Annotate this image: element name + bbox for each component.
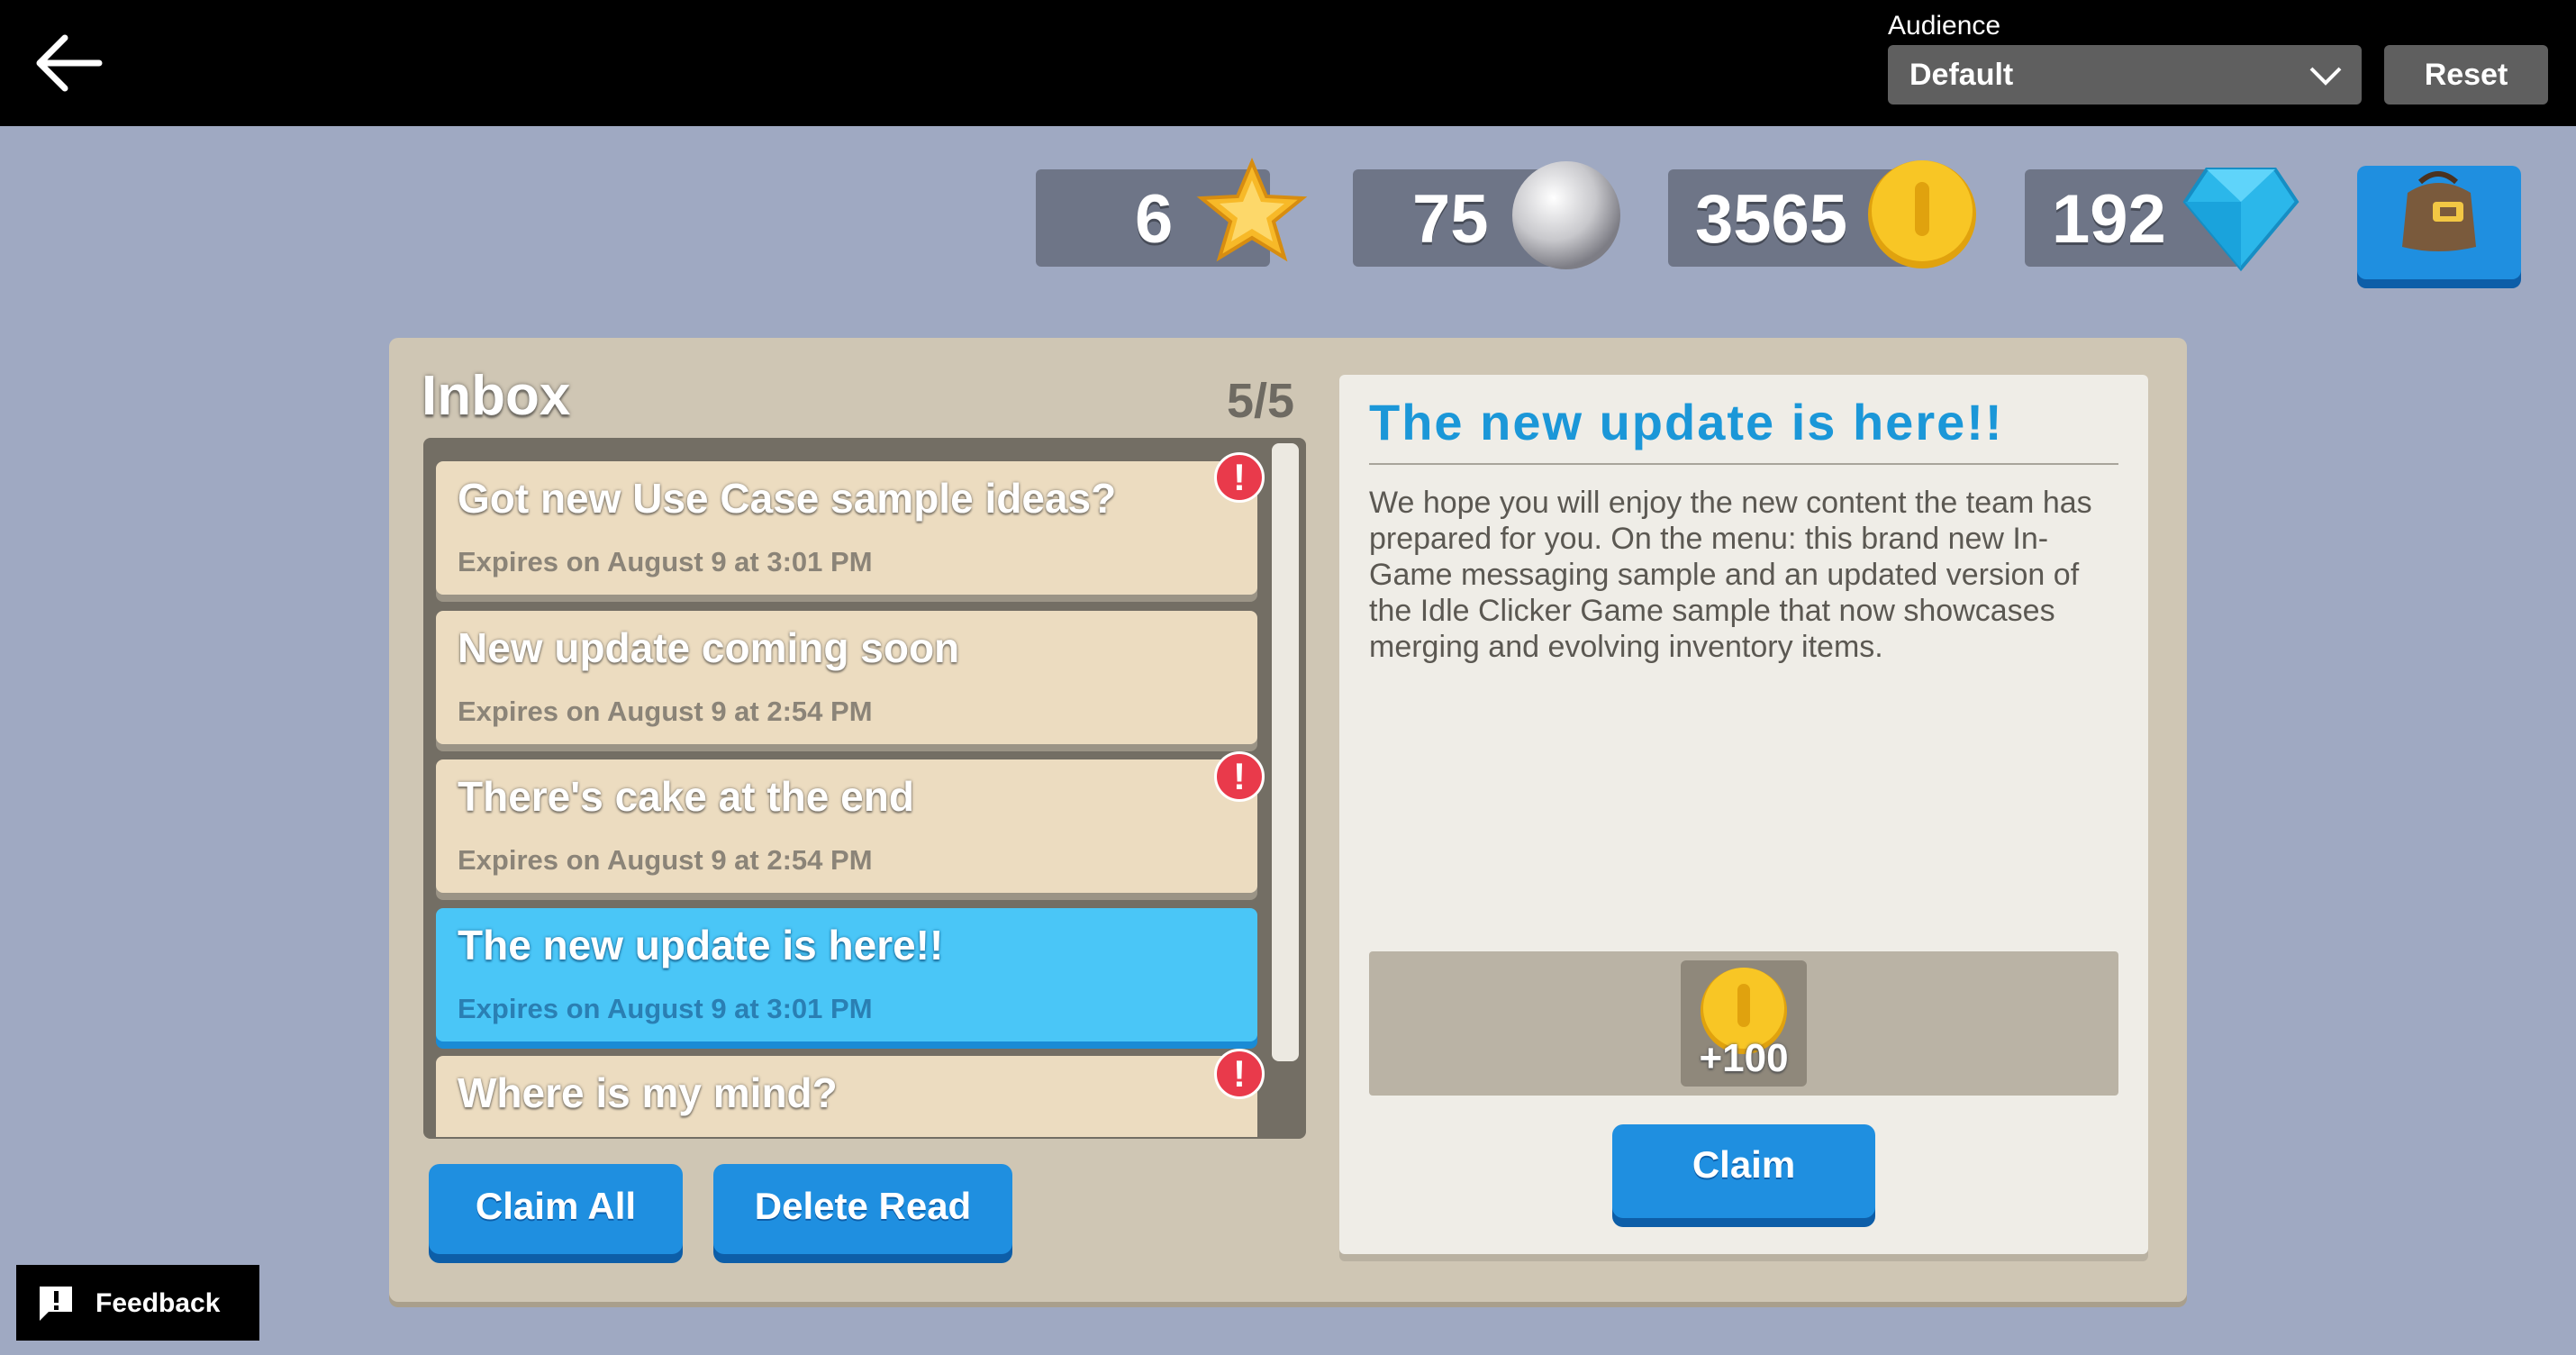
pearl-icon <box>1512 161 1620 269</box>
audience-label: Audience <box>1888 11 2001 41</box>
message-subject: New update coming soon <box>458 624 960 671</box>
top-bar: Audience Default Reset <box>0 0 2576 126</box>
message-subject: Got new Use Case sample ideas? <box>458 475 1117 522</box>
pearls-count: 75 <box>1412 181 1489 258</box>
reset-button[interactable]: Reset <box>2384 45 2548 105</box>
feedback-label: Feedback <box>95 1288 221 1318</box>
inbox-count: 5/5 <box>1227 374 1295 428</box>
message-list-scrollbar[interactable] <box>1272 443 1299 1061</box>
coins-count: 3565 <box>1695 181 1848 258</box>
message-item[interactable]: Where is my mind? <box>436 1056 1257 1137</box>
message-detail-body: We hope you will enjoy the new content t… <box>1369 486 2092 664</box>
unread-alert-icon: ! <box>1214 1049 1265 1099</box>
backpack-icon <box>2402 171 2476 251</box>
inbox-title: Inbox <box>422 365 571 427</box>
delete-read-button[interactable]: Delete Read <box>713 1164 1012 1254</box>
chevron-down-icon <box>2306 56 2345 95</box>
message-subject: Where is my mind? <box>458 1069 838 1116</box>
claim-all-button[interactable]: Claim All <box>429 1164 683 1254</box>
stars-count: 6 <box>1135 181 1174 258</box>
feedback-icon <box>36 1283 76 1323</box>
message-expiry: Expires on August 9 at 2:54 PM <box>458 844 873 876</box>
message-item[interactable]: Got new Use Case sample ideas? Expires o… <box>436 461 1257 595</box>
gems-count: 192 <box>2052 181 2166 258</box>
message-detail-title: The new update is here!! <box>1369 394 2004 450</box>
unread-alert-icon: ! <box>1214 751 1265 802</box>
message-item-selected[interactable]: The new update is here!! Expires on Augu… <box>436 908 1257 1041</box>
message-item[interactable]: New update coming soon Expires on August… <box>436 611 1257 744</box>
unread-alert-icon: ! <box>1214 452 1265 503</box>
message-expiry: Expires on August 9 at 3:01 PM <box>458 993 873 1024</box>
audience-selected-value: Default <box>1909 58 2014 92</box>
message-subject: There's cake at the end <box>458 773 914 820</box>
audience-dropdown[interactable]: Default <box>1888 45 2362 105</box>
back-arrow-icon[interactable] <box>32 27 104 99</box>
inventory-bag-button[interactable] <box>2357 166 2521 279</box>
claim-button[interactable]: Claim <box>1612 1124 1875 1218</box>
feedback-button[interactable]: Feedback <box>16 1265 259 1341</box>
coin-icon <box>1868 160 1976 268</box>
message-expiry: Expires on August 9 at 3:01 PM <box>458 546 873 577</box>
divider <box>1369 463 2118 465</box>
message-expiry: Expires on August 9 at 2:54 PM <box>458 696 873 727</box>
message-subject: The new update is here!! <box>458 922 944 969</box>
star-icon <box>1196 157 1308 262</box>
reward-amount: +100 <box>1699 1036 1789 1080</box>
message-item-clip: Where is my mind? <box>436 1056 1257 1137</box>
message-item[interactable]: There's cake at the end Expires on Augus… <box>436 759 1257 893</box>
gem-icon <box>2182 168 2299 272</box>
